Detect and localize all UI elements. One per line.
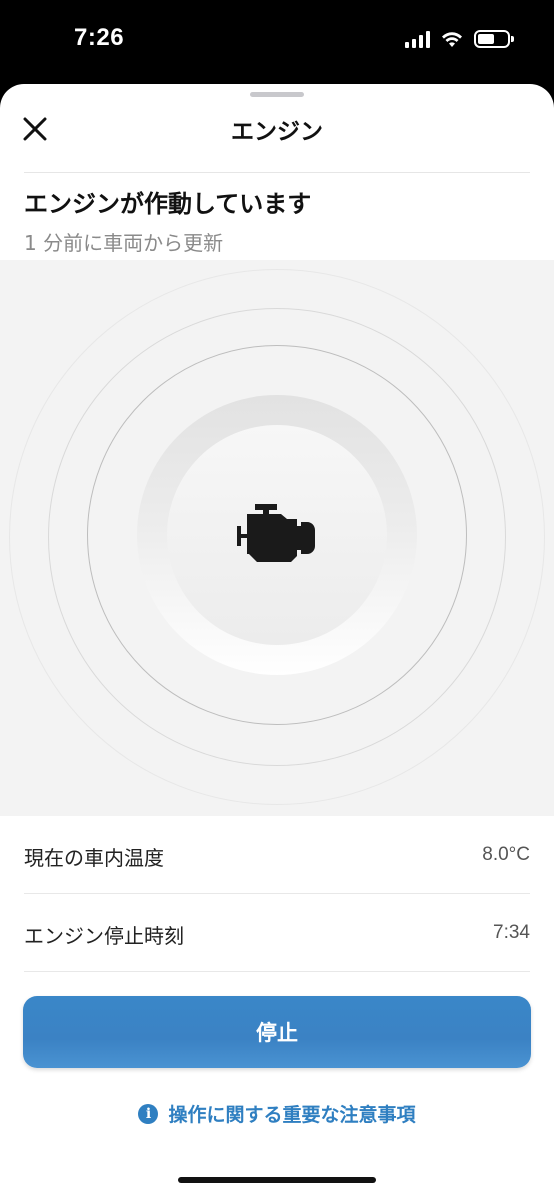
engine-sheet: エンジン エンジンが作動しています 1 分前に車両から更新 現在の車内温度 8.… [0, 84, 554, 1200]
cellular-signal-icon [405, 30, 430, 48]
info-value: 8.0°C [482, 844, 530, 865]
info-value: 7:34 [493, 922, 530, 943]
info-label: 現在の車内温度 [24, 846, 164, 870]
sheet-header: エンジン [0, 100, 554, 160]
battery-icon [474, 30, 514, 48]
engine-status-updated: 1 分前に車両から更新 [24, 231, 224, 255]
status-time: 7:26 [74, 24, 125, 51]
status-bar: 7:26 [0, 0, 554, 84]
engine-icon [237, 504, 315, 562]
home-indicator [178, 1177, 376, 1183]
engine-visual [0, 260, 554, 816]
info-row-cabin-temperature: 現在の車内温度 8.0°C [24, 816, 530, 894]
status-icons [405, 30, 514, 48]
wifi-icon [442, 32, 462, 47]
header-divider [24, 172, 530, 173]
stop-engine-button[interactable]: 停止 [23, 996, 531, 1068]
engine-status: エンジンが作動しています 1 分前に車両から更新 [24, 184, 311, 256]
info-row-engine-stop-time: エンジン停止時刻 7:34 [24, 894, 530, 972]
info-label: エンジン停止時刻 [24, 924, 184, 948]
info-icon: i [138, 1103, 159, 1124]
sheet-grabber[interactable] [250, 92, 304, 97]
engine-status-title: エンジンが作動しています [24, 190, 312, 218]
important-notice-link[interactable]: i 操作に関する重要な注意事項 [0, 1100, 554, 1127]
page-title: エンジン [231, 119, 323, 145]
notice-link-label: 操作に関する重要な注意事項 [168, 1104, 416, 1126]
engine-info-list: 現在の車内温度 8.0°C エンジン停止時刻 7:34 [24, 816, 530, 972]
